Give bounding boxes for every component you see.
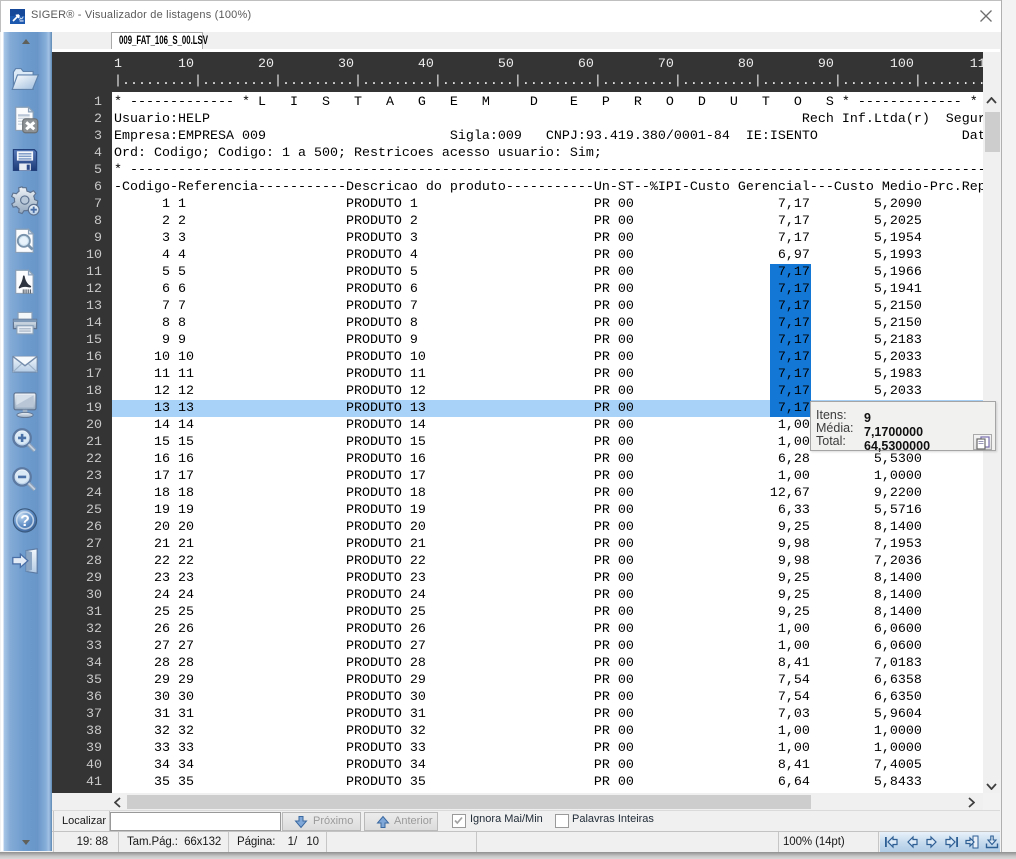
svg-text:?: ? xyxy=(20,512,30,529)
